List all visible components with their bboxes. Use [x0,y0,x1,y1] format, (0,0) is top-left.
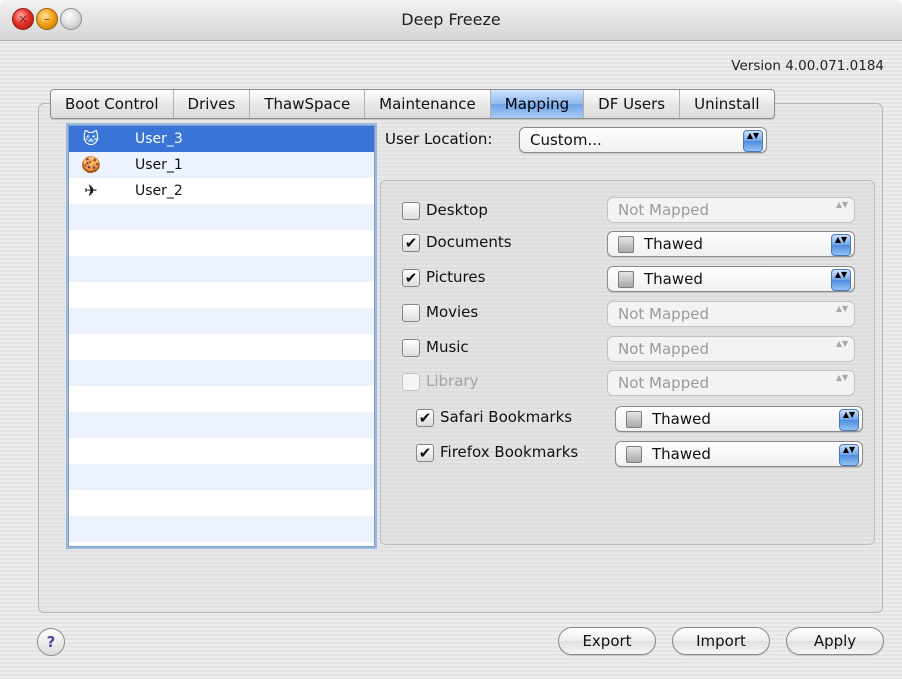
tab-boot-control[interactable]: Boot Control [51,90,174,118]
user-list[interactable]: 🐱 User_3 🍪 User_1 ✈ User_2 [68,125,375,547]
user-location-label: User Location: [385,130,493,148]
movies-checkbox[interactable] [402,304,420,322]
tab-maintenance[interactable]: Maintenance [365,90,491,118]
window-title: Deep Freeze [401,10,501,29]
pictures-mapping-popup[interactable]: Thawed ▲▼ [607,266,855,292]
firefox-bookmarks-mapping-popup[interactable]: Thawed ▲▼ [615,441,863,467]
safari-bookmarks-mapping-popup[interactable]: Thawed ▲▼ [615,406,863,432]
desktop-checkbox[interactable] [402,202,420,220]
user-list-item[interactable]: 🍪 User_1 [69,152,374,178]
user-location-popup[interactable]: Custom... ▲▼ [519,127,767,153]
safari-bookmarks-mapping-value: Thawed [652,410,711,428]
firefox-bookmarks-mapping-value: Thawed [652,445,711,463]
popup-arrows-icon: ▲▼ [743,130,763,152]
user-list-item[interactable]: ✈ User_2 [69,178,374,204]
tab-thawspace[interactable]: ThawSpace [250,90,366,118]
tab-mapping[interactable]: Mapping [490,90,585,118]
safari-bookmarks-label: Safari Bookmarks [440,408,573,426]
movies-label: Movies [426,303,479,321]
library-mapping-value: Not Mapped [618,374,709,392]
documents-mapping-popup[interactable]: Thawed ▲▼ [607,231,855,257]
import-button[interactable]: Import [672,627,770,655]
library-label: Library [426,372,479,390]
popup-arrows-icon: ▲▼ [835,339,849,348]
firefox-bookmarks-label: Firefox Bookmarks [440,443,579,461]
help-button[interactable]: ? [37,628,65,656]
safari-bookmarks-checkbox[interactable]: ✔ [416,409,434,427]
popup-arrows-icon: ▲▼ [831,234,851,256]
tab-drives[interactable]: Drives [174,90,251,118]
music-mapping-popup[interactable]: Not Mapped ▲▼ [607,336,855,362]
drive-icon [618,271,634,288]
library-checkbox [402,373,420,391]
user-name: User_3 [135,131,183,147]
drive-icon [626,446,642,463]
desktop-mapping-popup[interactable]: Not Mapped ▲▼ [607,197,855,223]
documents-checkbox[interactable]: ✔ [402,234,420,252]
movies-mapping-value: Not Mapped [618,305,709,323]
popup-arrows-icon: ▲▼ [835,200,849,209]
cat-icon: 🐱 [82,129,100,148]
music-checkbox[interactable] [402,339,420,357]
tab-df-users[interactable]: DF Users [584,90,681,118]
pictures-mapping-value: Thawed [644,270,703,288]
popup-arrows-icon: ▲▼ [831,269,851,291]
user-location-value: Custom... [530,131,602,149]
pictures-label: Pictures [426,268,486,286]
drive-icon [626,411,642,428]
firefox-bookmarks-checkbox[interactable]: ✔ [416,444,434,462]
documents-label: Documents [426,233,512,251]
gingerbread-icon: 🍪 [81,155,101,174]
tab-bar: Boot Control Drives ThawSpace Maintenanc… [50,89,775,119]
popup-arrows-icon: ▲▼ [839,409,859,431]
music-mapping-value: Not Mapped [618,340,709,358]
app-window: × – Deep Freeze Version 4.00.071.0184 Bo… [0,0,902,679]
pictures-checkbox[interactable]: ✔ [402,269,420,287]
documents-mapping-value: Thawed [644,235,703,253]
music-label: Music [426,338,469,356]
popup-arrows-icon: ▲▼ [835,373,849,382]
user-name: User_2 [135,183,183,199]
title-bar[interactable]: × – Deep Freeze [0,0,902,41]
drive-icon [618,236,634,253]
version-label: Version 4.00.071.0184 [731,58,884,74]
popup-arrows-icon: ▲▼ [835,304,849,313]
user-list-item[interactable]: 🐱 User_3 [69,126,374,152]
popup-arrows-icon: ▲▼ [839,444,859,466]
tab-uninstall[interactable]: Uninstall [680,90,773,118]
library-mapping-popup: Not Mapped ▲▼ [607,370,855,396]
desktop-mapping-value: Not Mapped [618,201,709,219]
user-name: User_1 [135,157,183,173]
dragonfly-icon: ✈ [84,181,98,200]
export-button[interactable]: Export [558,627,656,655]
desktop-label: Desktop [426,201,488,219]
apply-button[interactable]: Apply [786,627,884,655]
movies-mapping-popup[interactable]: Not Mapped ▲▼ [607,301,855,327]
